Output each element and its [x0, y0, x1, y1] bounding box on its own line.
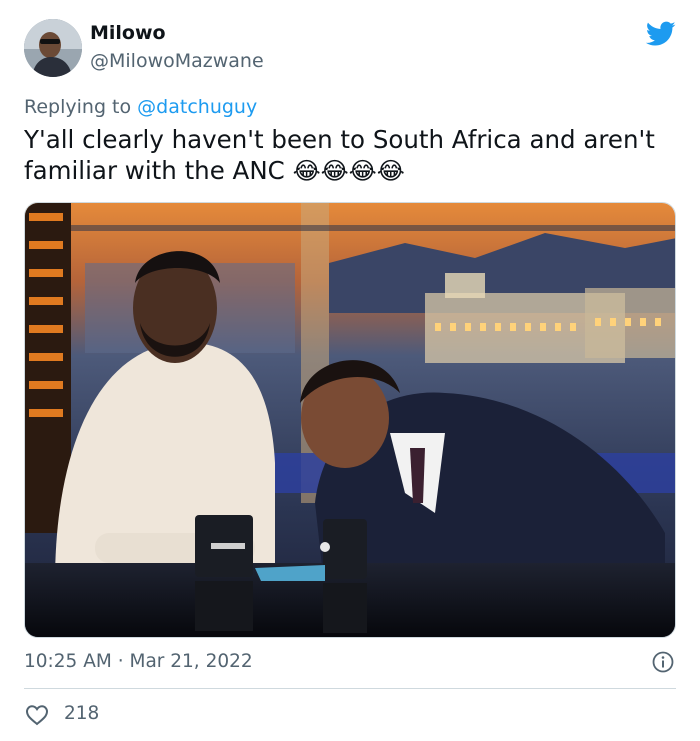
author-handle[interactable]: @MilowoMazwane [90, 50, 264, 72]
talk-show-photo-illustration [25, 203, 675, 637]
reply-mention-link[interactable]: @datchuguy [137, 96, 257, 118]
avatar-image [24, 19, 82, 77]
tweet-photo[interactable] [24, 202, 676, 638]
tweet-time: 10:25 AM [24, 651, 112, 672]
laughing-emoji-group: 😂😂😂😂 [292, 157, 405, 185]
footer-divider [24, 688, 676, 689]
author-name[interactable]: Milowo [90, 22, 166, 44]
author-avatar[interactable] [24, 19, 82, 77]
twitter-bird-icon[interactable] [646, 21, 676, 47]
tweet-text: Y'all clearly haven't been to South Afri… [24, 124, 664, 187]
heart-icon[interactable] [25, 704, 49, 726]
like-count: 218 [64, 703, 100, 724]
tweet-date: Mar 21, 2022 [129, 651, 253, 672]
replying-to: Replying to @datchuguy [24, 96, 257, 118]
tweet-timestamp[interactable]: 10:25 AM · Mar 21, 2022 [24, 651, 253, 672]
info-icon[interactable] [652, 651, 674, 673]
timestamp-separator: · [117, 651, 124, 672]
replying-prefix: Replying to [24, 96, 132, 118]
